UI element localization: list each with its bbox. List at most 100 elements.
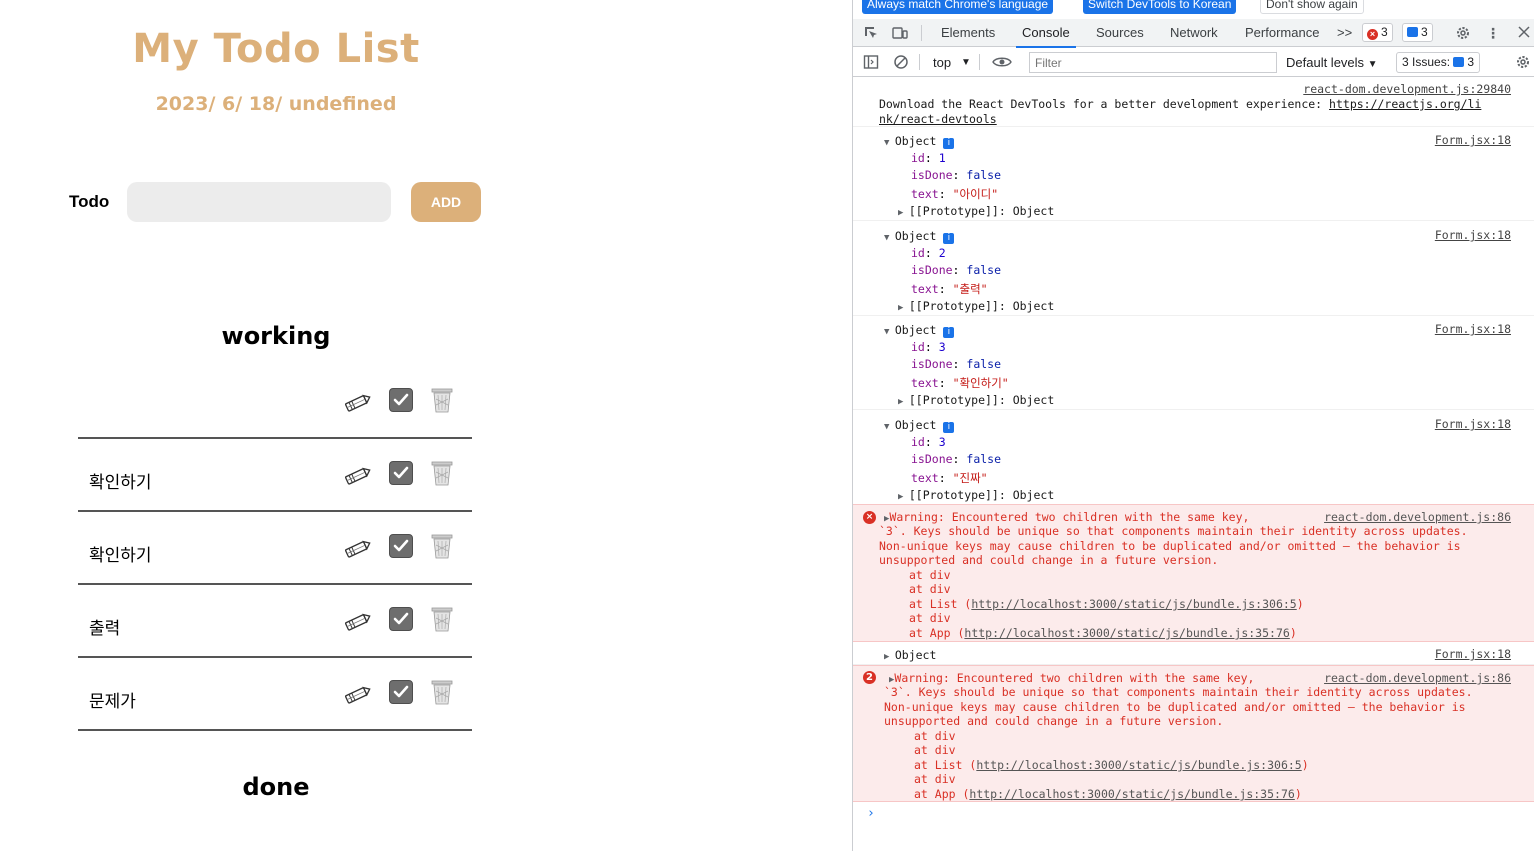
stack-link-app[interactable]: http://localhost:3000/static/js/bundle.j… xyxy=(969,787,1294,801)
info-icon: i xyxy=(943,138,955,149)
context-dropdown-icon[interactable]: ▼ xyxy=(961,57,971,68)
tab-console[interactable]: Console xyxy=(1016,19,1076,48)
checkbox-check-icon[interactable] xyxy=(389,461,413,485)
object-prop-id: id: 3 xyxy=(911,340,946,354)
inspect-element-icon[interactable] xyxy=(863,25,879,41)
working-list: 확인하기 확인하기 출력 문제가 xyxy=(78,366,472,731)
stack-frame-list: at List (http://localhost:3000/static/js… xyxy=(914,758,1309,772)
prototype-toggle[interactable]: ▶ [[Prototype]]: Object xyxy=(898,488,1054,502)
console-prompt[interactable]: › xyxy=(867,806,875,821)
source-link[interactable]: Form.jsx:18 xyxy=(1435,322,1511,336)
collapse-triangle-icon: ▼ xyxy=(884,327,895,337)
object-prop-text: text: "출력" xyxy=(911,282,988,296)
pencil-edit-icon[interactable] xyxy=(342,463,372,489)
console-message: Form.jsx:18 ▶ Object xyxy=(853,643,1534,665)
pencil-edit-icon[interactable] xyxy=(342,682,372,708)
info-icon: i xyxy=(943,233,955,244)
react-devtools-link[interactable]: https://reactjs.org/li xyxy=(1329,97,1481,111)
todo-item: 출력 xyxy=(78,585,472,658)
object-expand-toggle[interactable]: ▼ Object i xyxy=(884,418,955,433)
checkbox-check-icon[interactable] xyxy=(389,680,413,704)
date-display: 2023/ 6/ 18/ undefined xyxy=(155,93,397,115)
live-expression-eye-icon[interactable] xyxy=(991,54,1013,70)
react-devtools-link-continued[interactable]: nk/react-devtools xyxy=(879,112,997,126)
object-prop-isdone: isDone: false xyxy=(911,168,1002,182)
tab-elements[interactable]: Elements xyxy=(941,19,995,47)
issues-button[interactable]: 3 Issues: 3 xyxy=(1396,52,1481,73)
logged-object: Form.jsx:18 ▼ Object i id: 2 isDone: false t… xyxy=(853,222,1534,316)
switch-korean-button[interactable]: Switch DevTools to Korean xyxy=(1083,0,1237,14)
todo-input-label: Todo xyxy=(69,192,110,211)
source-link[interactable]: Form.jsx:18 xyxy=(1435,133,1511,147)
object-prop-text: text: "진짜" xyxy=(911,471,988,485)
prototype-toggle[interactable]: ▶ [[Prototype]]: Object xyxy=(898,393,1054,407)
tab-network[interactable]: Network xyxy=(1170,19,1218,47)
stack-link-list[interactable]: http://localhost:3000/static/js/bundle.j… xyxy=(976,758,1301,772)
source-link[interactable]: Form.jsx:18 xyxy=(1435,647,1511,661)
add-button[interactable]: ADD xyxy=(411,182,481,222)
source-link[interactable]: Form.jsx:18 xyxy=(1435,228,1511,242)
console-settings-gear-icon[interactable] xyxy=(1515,54,1531,70)
trash-delete-icon[interactable] xyxy=(430,387,454,413)
sidebar-toggle-icon[interactable] xyxy=(863,54,879,70)
dont-show-again-button[interactable]: Don't show again xyxy=(1260,0,1364,14)
tab-performance[interactable]: Performance xyxy=(1245,19,1319,47)
todo-input[interactable] xyxy=(127,182,391,222)
error-circle-icon: × xyxy=(863,511,876,524)
object-expand-toggle[interactable]: ▼ Object i xyxy=(884,229,955,244)
expand-triangle-icon: ▶ xyxy=(898,397,909,407)
expand-triangle-icon: ▶ xyxy=(898,208,909,218)
warning-expand-toggle[interactable]: ▶Warning: Encountered two children with … xyxy=(889,671,1254,685)
source-link[interactable]: Form.jsx:18 xyxy=(1435,417,1511,431)
pencil-edit-icon[interactable] xyxy=(342,536,372,562)
console-filter-input[interactable] xyxy=(1029,52,1277,73)
kebab-menu-icon[interactable]: ⋮ xyxy=(1485,25,1501,41)
checkbox-check-icon[interactable] xyxy=(389,607,413,631)
object-prop-text: text: "아이디" xyxy=(911,187,999,201)
message-icon xyxy=(1407,27,1418,37)
object-expand-toggle[interactable]: ▼ Object i xyxy=(884,323,955,338)
collapsed-object-toggle[interactable]: ▶ Object xyxy=(884,648,936,662)
trash-delete-icon[interactable] xyxy=(430,460,454,486)
logged-object: Form.jsx:18 ▼ Object i id: 1 isDone: false t… xyxy=(853,127,1534,221)
checkbox-check-icon[interactable] xyxy=(389,534,413,558)
match-language-button[interactable]: Always match Chrome's language xyxy=(862,0,1054,14)
stack-link-list[interactable]: http://localhost:3000/static/js/bundle.j… xyxy=(971,597,1296,611)
levels-dropdown-icon: ▼ xyxy=(1367,59,1378,70)
stack-frame-app: at App (http://localhost:3000/static/js/… xyxy=(909,626,1297,640)
close-icon[interactable] xyxy=(1516,25,1532,41)
prototype-toggle[interactable]: ▶ [[Prototype]]: Object xyxy=(898,299,1054,313)
pencil-edit-icon[interactable] xyxy=(342,390,372,416)
object-prop-id: id: 3 xyxy=(911,435,946,449)
error-count-badge[interactable]: × 3 xyxy=(1362,23,1393,42)
stack-frame-app: at App (http://localhost:3000/static/js/… xyxy=(914,787,1302,801)
tab-sources[interactable]: Sources xyxy=(1096,19,1144,47)
settings-gear-icon[interactable] xyxy=(1455,25,1471,41)
message-count-badge[interactable]: 3 xyxy=(1402,23,1433,42)
clear-console-icon[interactable] xyxy=(893,54,909,70)
device-toolbar-icon[interactable] xyxy=(892,25,908,41)
trash-delete-icon[interactable] xyxy=(430,533,454,559)
error-icon: × xyxy=(1367,29,1378,40)
expand-triangle-icon: ▶ xyxy=(898,492,909,502)
prototype-toggle[interactable]: ▶ [[Prototype]]: Object xyxy=(898,204,1054,218)
more-tabs-chevron-icon[interactable]: >> xyxy=(1337,19,1352,47)
todo-item: 문제가 xyxy=(78,658,472,731)
source-link[interactable]: react-dom.development.js:86 xyxy=(1324,510,1511,524)
source-link[interactable]: react-dom.development.js:86 xyxy=(1324,671,1511,685)
trash-delete-icon[interactable] xyxy=(430,606,454,632)
stack-link-app[interactable]: http://localhost:3000/static/js/bundle.j… xyxy=(964,626,1289,640)
console-error: × react-dom.development.js:86 ▶Warning: … xyxy=(853,504,1534,642)
object-expand-toggle[interactable]: ▼ Object i xyxy=(884,134,955,149)
context-selector[interactable]: top xyxy=(933,55,951,70)
trash-delete-icon[interactable] xyxy=(430,679,454,705)
object-prop-isdone: isDone: false xyxy=(911,357,1002,371)
page-title: My Todo List xyxy=(132,26,420,72)
pencil-edit-icon[interactable] xyxy=(342,609,372,635)
object-prop-id: id: 1 xyxy=(911,151,946,165)
log-levels-dropdown[interactable]: Default levels ▼ xyxy=(1286,55,1378,70)
warning-expand-toggle[interactable]: ▶Warning: Encountered two children with … xyxy=(884,510,1249,524)
todo-item-text: 확인하기 xyxy=(89,473,152,493)
checkbox-check-icon[interactable] xyxy=(389,388,413,412)
source-link[interactable]: react-dom.development.js:29840 xyxy=(1303,82,1511,96)
